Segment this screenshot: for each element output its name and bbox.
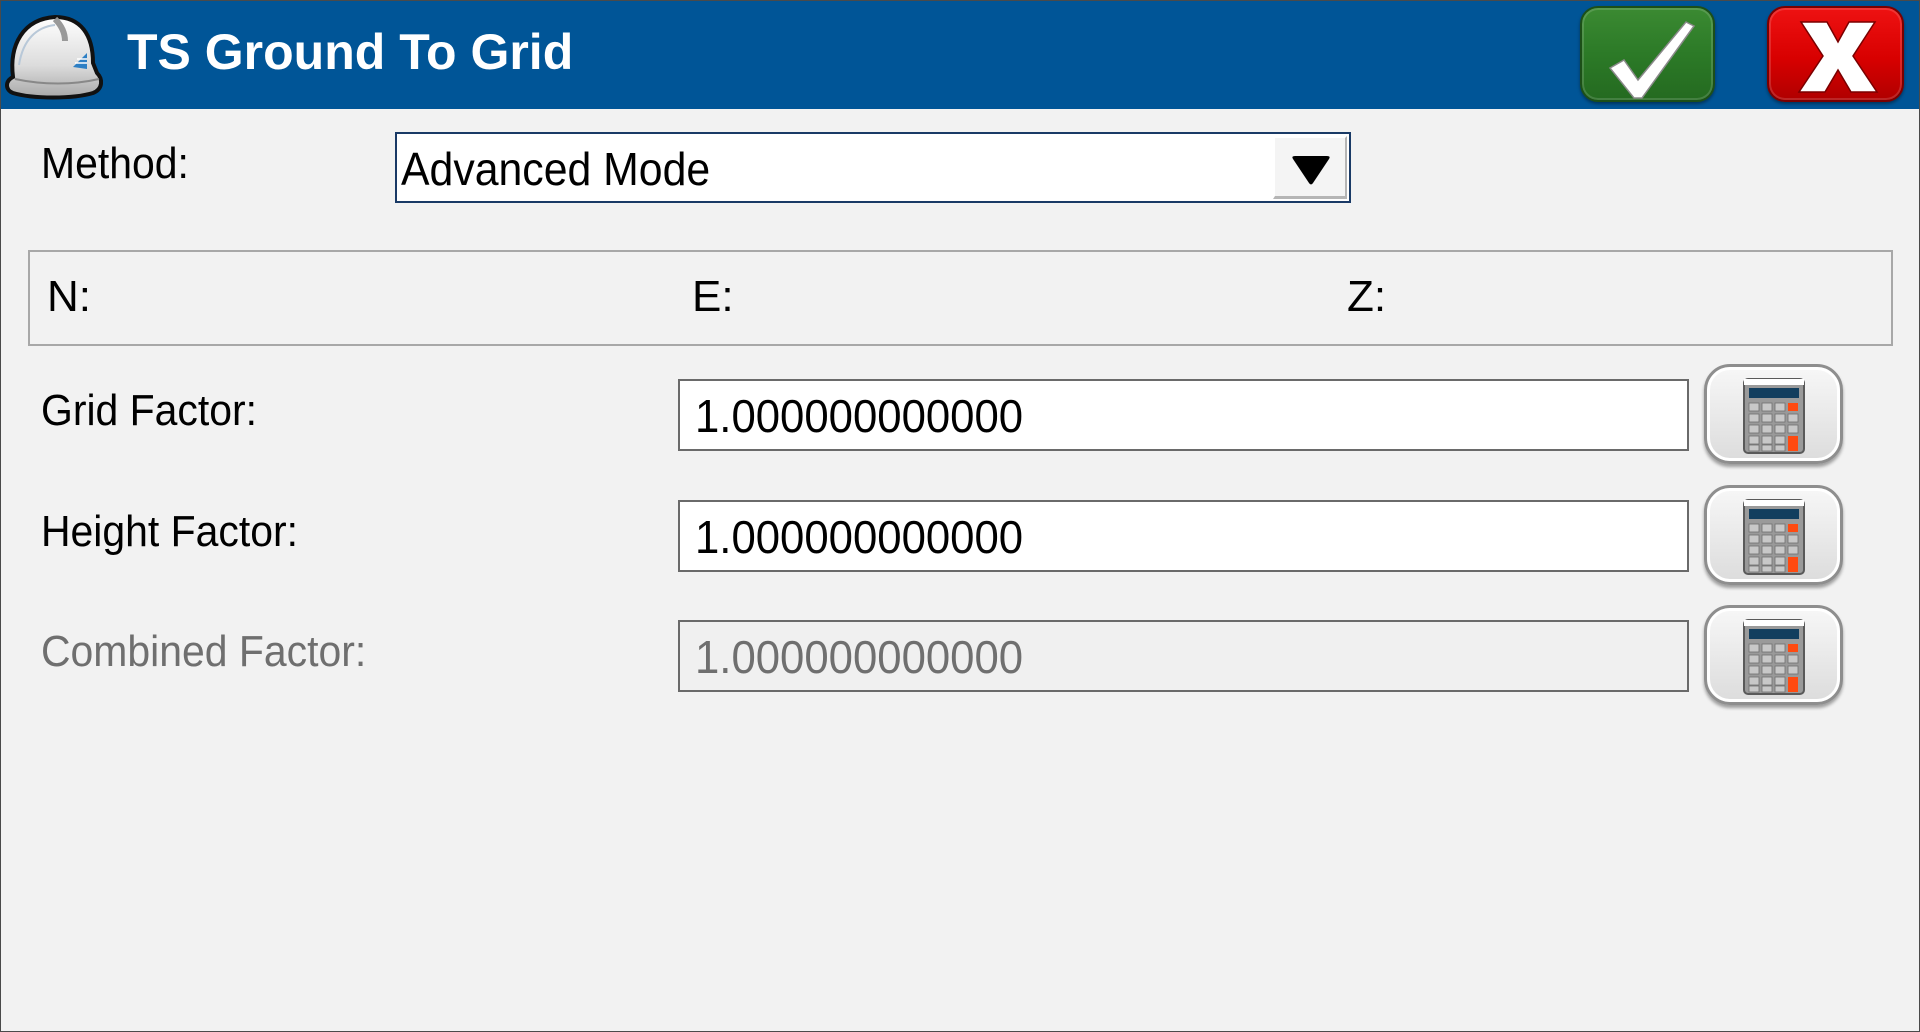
elevation-label: Z:	[1347, 272, 1387, 321]
method-label: Method:	[41, 139, 189, 188]
method-dropdown[interactable]: Advanced Mode	[395, 132, 1351, 203]
height-factor-input[interactable]: 1.000000000000	[678, 500, 1689, 572]
ok-button[interactable]	[1580, 6, 1715, 102]
method-selected-value: Advanced Mode	[401, 143, 711, 195]
title-bar: TS Ground To Grid	[1, 1, 1919, 109]
cancel-button[interactable]	[1767, 6, 1904, 102]
grid-factor-label: Grid Factor:	[41, 386, 258, 435]
ts-ground-to-grid-dialog: TS Ground To Grid Method: Advanced Mode	[0, 0, 1920, 1032]
grid-factor-calculator-button[interactable]	[1704, 364, 1843, 464]
coordinates-panel: N: E: Z:	[28, 250, 1893, 346]
height-factor-label: Height Factor:	[41, 507, 298, 556]
window-title: TS Ground To Grid	[127, 24, 574, 80]
height-factor-value: 1.000000000000	[695, 511, 1024, 563]
height-factor-calculator-button[interactable]	[1704, 485, 1843, 585]
grid-factor-input[interactable]: 1.000000000000	[678, 379, 1689, 451]
hard-hat-icon	[3, 5, 107, 101]
combined-factor-label: Combined Factor:	[41, 627, 367, 676]
northing-label: N:	[47, 272, 91, 321]
grid-factor-value: 1.000000000000	[695, 390, 1024, 442]
combined-factor-value: 1.000000000000	[695, 631, 1024, 683]
combined-factor-input: 1.000000000000	[678, 620, 1689, 692]
combined-factor-calculator-button[interactable]	[1704, 605, 1843, 705]
easting-label: E:	[692, 272, 734, 321]
dropdown-toggle-button[interactable]	[1273, 136, 1347, 199]
